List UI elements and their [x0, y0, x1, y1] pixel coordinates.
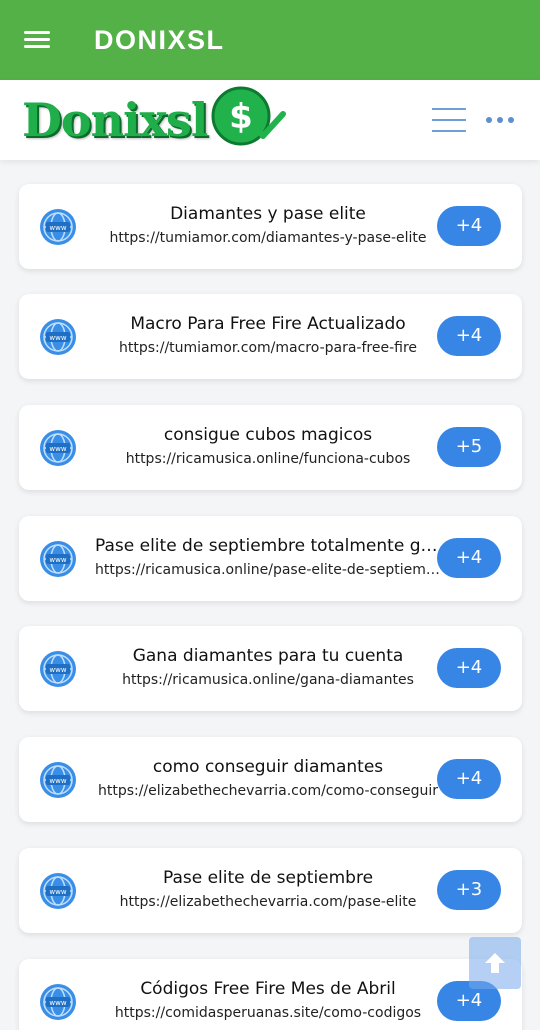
svg-text:www: www [49, 999, 66, 1007]
svg-text:www: www [49, 224, 66, 232]
list-item[interactable]: www Diamantes y pase elite https://tumia… [19, 184, 522, 269]
item-url: https://tumiamor.com/macro-para-free-fir… [118, 340, 418, 356]
count-badge[interactable]: +4 [437, 538, 501, 578]
logo-text: Donixsl [22, 93, 208, 147]
www-globe-icon: www [40, 651, 76, 687]
item-title: Pase elite de septiembre totalmente grat… [95, 536, 441, 556]
svg-text:www: www [49, 666, 66, 674]
item-url: https://tumiamor.com/diamantes-y-pase-el… [109, 230, 427, 246]
svg-text:www: www [49, 888, 66, 896]
item-url: https://elizabethechevarria.com/pase-eli… [119, 894, 417, 910]
www-globe-icon: www [40, 541, 76, 577]
app-bar: DONIXSL [0, 0, 540, 80]
menu-icon[interactable] [24, 30, 50, 50]
arrow-up-icon [485, 953, 505, 973]
item-url: https://comidasperuanas.site/como-codigo… [114, 1005, 422, 1021]
count-badge[interactable]: +4 [437, 206, 501, 246]
logo[interactable]: Donixsl $ [22, 86, 287, 150]
count-badge[interactable]: +4 [437, 316, 501, 356]
list-item[interactable]: www Pase elite de septiembre https://eli… [19, 848, 522, 933]
svg-text:$: $ [229, 97, 253, 137]
list-item[interactable]: www Gana diamantes para tu cuenta https:… [19, 626, 522, 711]
more-options-icon[interactable] [486, 117, 514, 123]
item-url: https://ricamusica.online/gana-diamantes [122, 672, 414, 688]
www-globe-icon: www [40, 762, 76, 798]
item-title: Pase elite de septiembre [162, 868, 374, 888]
svg-text:www: www [49, 556, 66, 564]
menu-lines-icon[interactable] [432, 108, 466, 132]
count-badge[interactable]: +4 [437, 759, 501, 799]
item-url: https://ricamusica.online/funciona-cubos [125, 451, 411, 467]
list-item[interactable]: www Macro Para Free Fire Actualizado htt… [19, 294, 522, 379]
list-item[interactable]: www Pase elite de septiembre totalmente … [19, 516, 522, 601]
scroll-to-top-button[interactable] [469, 937, 521, 989]
svg-text:www: www [49, 334, 66, 342]
svg-text:www: www [49, 777, 66, 785]
svg-text:www: www [49, 445, 66, 453]
item-title: Macro Para Free Fire Actualizado [130, 314, 406, 334]
www-globe-icon: www [40, 209, 76, 245]
list-item[interactable]: www como conseguir diamantes https://eli… [19, 737, 522, 822]
count-badge[interactable]: +4 [437, 648, 501, 688]
www-globe-icon: www [40, 430, 76, 466]
item-title: Gana diamantes para tu cuenta [132, 646, 404, 666]
www-globe-icon: www [40, 984, 76, 1020]
item-url: https://elizabethechevarria.com/como-con… [97, 783, 439, 799]
www-globe-icon: www [40, 873, 76, 909]
item-title: como conseguir diamantes [152, 757, 384, 777]
www-globe-icon: www [40, 319, 76, 355]
item-url: https://ricamusica.online/pase-elite-de-… [95, 562, 441, 578]
item-title: consigue cubos magicos [163, 425, 373, 445]
count-badge[interactable]: +5 [437, 427, 501, 467]
dollar-check-icon: $ [211, 86, 287, 146]
list-item[interactable]: www consigue cubos magicos https://ricam… [19, 405, 522, 490]
count-badge[interactable]: +3 [437, 870, 501, 910]
list-item[interactable]: www Códigos Free Fire Mes de Abril https… [19, 959, 522, 1030]
app-title: DONIXSL [94, 24, 225, 55]
brand-bar: Donixsl $ [0, 80, 540, 160]
item-title: Diamantes y pase elite [170, 204, 366, 224]
item-title: Códigos Free Fire Mes de Abril [140, 979, 396, 999]
